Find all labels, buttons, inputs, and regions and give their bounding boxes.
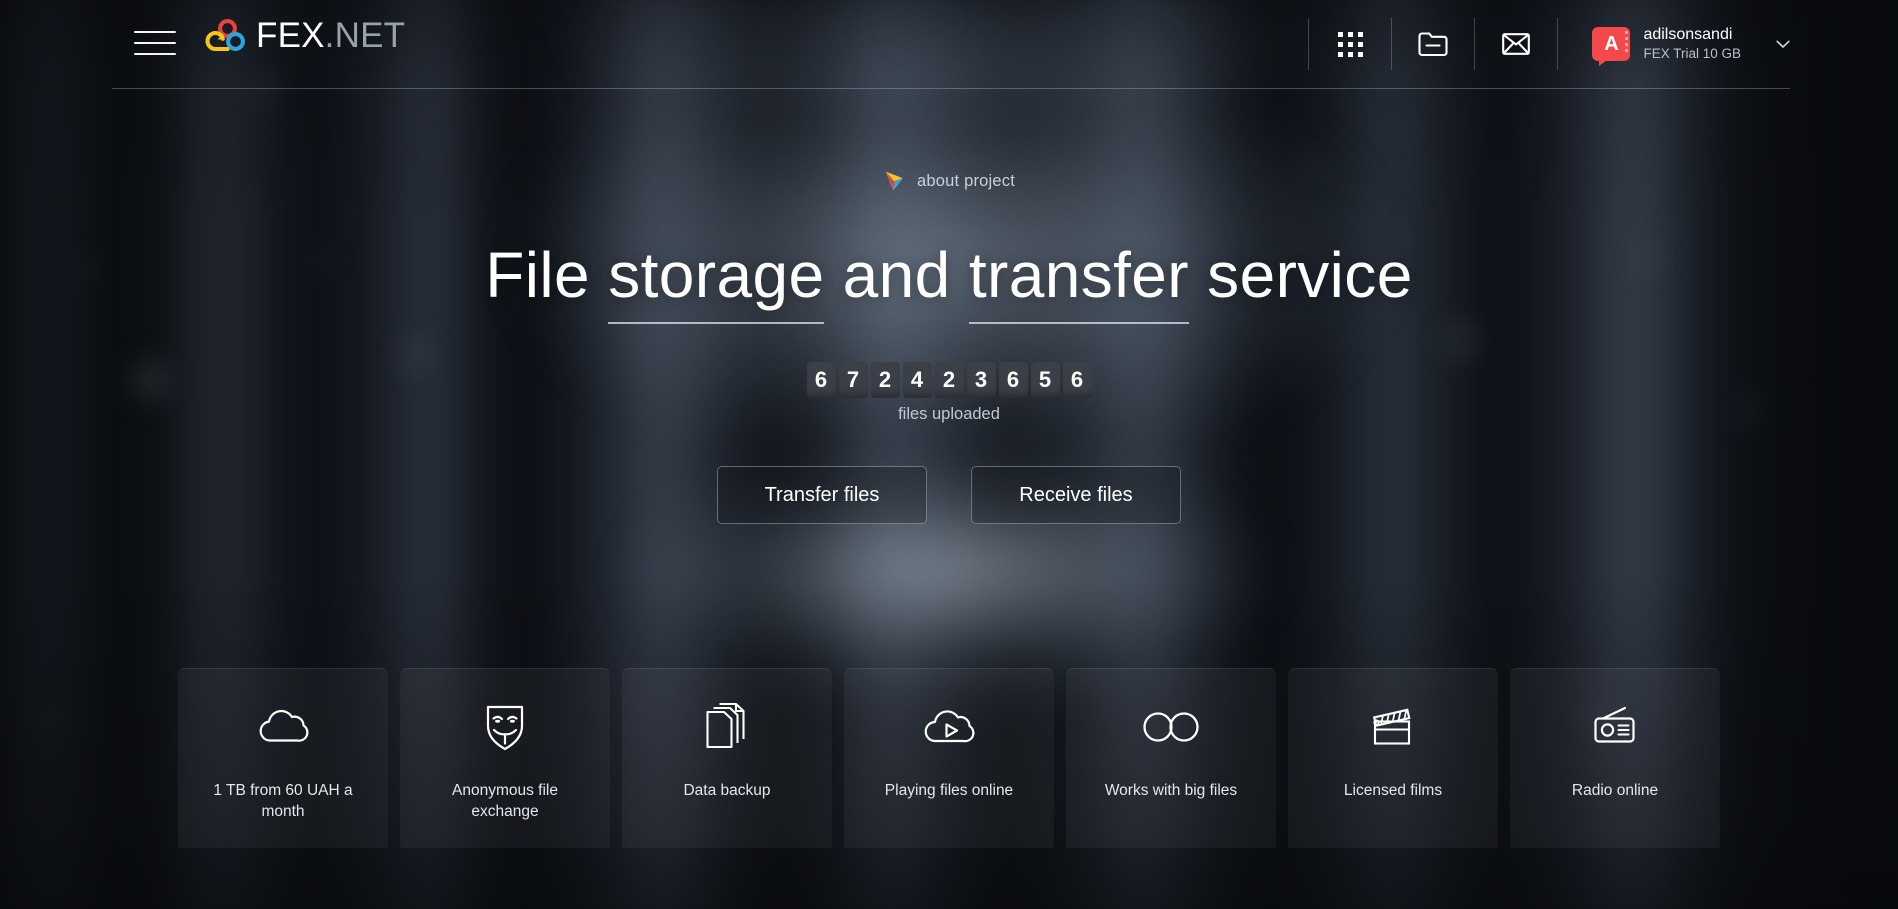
chevron-down-icon[interactable] — [1776, 40, 1790, 49]
feature-card-data-backup[interactable]: Data backup — [622, 668, 832, 848]
feature-card-licensed-films[interactable]: Licensed films — [1288, 668, 1498, 848]
card-icon-wrap — [255, 699, 311, 755]
user-name: adilsonsandi — [1643, 26, 1733, 44]
title-part-4: transfer — [968, 239, 1190, 324]
user-plan: FEX Trial 10 GB — [1643, 45, 1741, 61]
card-icon-wrap — [1140, 699, 1202, 755]
folder-button[interactable] — [1392, 0, 1474, 88]
avatar-perforations — [1625, 31, 1629, 52]
card-icon-wrap — [1367, 699, 1419, 755]
hamburger-menu-button[interactable] — [134, 27, 176, 59]
counter-digit: 6 — [1062, 362, 1092, 398]
feature-label: Playing files online — [884, 782, 1014, 799]
feature-card-storage-price[interactable]: 1 TB from 60 UAH a month — [178, 668, 388, 848]
card-icon-wrap — [704, 699, 750, 755]
logo-text: FEX.NET — [256, 18, 405, 53]
title-part-1: File — [485, 239, 609, 311]
page-title: File storage and transfer service — [0, 239, 1898, 324]
documents-stack-icon — [706, 702, 745, 749]
radio-icon — [1594, 706, 1635, 743]
hamburger-menu-icon — [134, 53, 176, 55]
fex-rings-logo-icon — [205, 18, 245, 51]
hamburger-menu-icon — [134, 42, 176, 44]
avatar: A — [1592, 27, 1631, 66]
envelope-icon — [1502, 33, 1531, 55]
counter-digit: 5 — [1030, 362, 1060, 398]
receive-files-button[interactable]: Receive files — [971, 466, 1181, 524]
feature-label: Anonymous file exchange — [452, 782, 558, 820]
about-project-label: about project — [917, 171, 1015, 190]
counter-digit: 4 — [902, 362, 932, 398]
mail-button[interactable] — [1475, 0, 1557, 88]
hamburger-menu-icon — [134, 31, 176, 33]
apps-grid-icon — [1337, 31, 1363, 57]
cloud-icon — [259, 709, 309, 742]
counter-digit: 2 — [870, 362, 900, 398]
fex-logo[interactable]: FEX.NET — [205, 18, 405, 53]
cta-buttons: Transfer files Receive files — [0, 466, 1898, 524]
logo-text-primary: FEX — [256, 16, 325, 55]
feature-label: 1 TB from 60 UAH a month — [213, 782, 353, 820]
feature-card-playing-online[interactable]: Playing files online — [844, 668, 1054, 848]
top-header: FEX.NET A adilsonsandi FEX Trial 10 GB — [0, 0, 1898, 88]
cloud-play-icon — [924, 710, 975, 743]
header-divider — [112, 88, 1790, 89]
infinity-icon — [1143, 712, 1199, 742]
title-part-5: service — [1189, 239, 1413, 311]
logo-text-suffix: .NET — [324, 16, 406, 55]
folder-minus-icon — [1418, 32, 1449, 57]
clapperboard-icon — [1372, 708, 1411, 745]
title-part-3: and — [824, 239, 969, 311]
feature-label: Data backup — [683, 782, 771, 799]
feature-label: Licensed films — [1343, 782, 1443, 799]
counter-label: files uploaded — [898, 405, 1000, 423]
counter-digit: 6 — [806, 362, 836, 398]
transfer-files-button[interactable]: Transfer files — [717, 466, 927, 524]
card-icon-wrap — [483, 699, 527, 755]
user-info: adilsonsandi FEX Trial 10 GB — [1643, 26, 1741, 61]
apps-grid-button[interactable] — [1309, 0, 1391, 88]
avatar-letter: A — [1604, 33, 1619, 55]
page-root: FEX.NET A adilsonsandi FEX Trial 10 GB a… — [0, 0, 1898, 909]
counter-digit: 2 — [934, 362, 964, 398]
counter-digit: 6 — [998, 362, 1028, 398]
feature-card-radio-online[interactable]: Radio online — [1510, 668, 1720, 848]
header-actions: A adilsonsandi FEX Trial 10 GB — [1308, 0, 1790, 88]
title-part-2: storage — [608, 239, 825, 324]
colored-play-icon — [885, 171, 904, 191]
feature-card-big-files[interactable]: Works with big files — [1066, 668, 1276, 848]
feature-card-anonymous[interactable]: Anonymous file exchange — [400, 668, 610, 848]
card-icon-wrap — [1589, 699, 1641, 755]
card-icon-wrap — [920, 699, 978, 755]
counter-digit: 3 — [966, 362, 996, 398]
user-menu[interactable]: A adilsonsandi FEX Trial 10 GB — [1558, 26, 1790, 66]
uploaded-counter: 6 7 2 4 2 3 6 5 6 — [0, 362, 1898, 398]
feature-cards: 1 TB from 60 UAH a month Anonymous file … — [178, 668, 1720, 848]
about-project-link[interactable]: about project — [0, 170, 1898, 192]
feature-label: Radio online — [1571, 782, 1659, 799]
anonymous-mask-icon — [486, 705, 524, 751]
counter-digit: 7 — [838, 362, 868, 398]
feature-label: Works with big files — [1104, 782, 1238, 799]
